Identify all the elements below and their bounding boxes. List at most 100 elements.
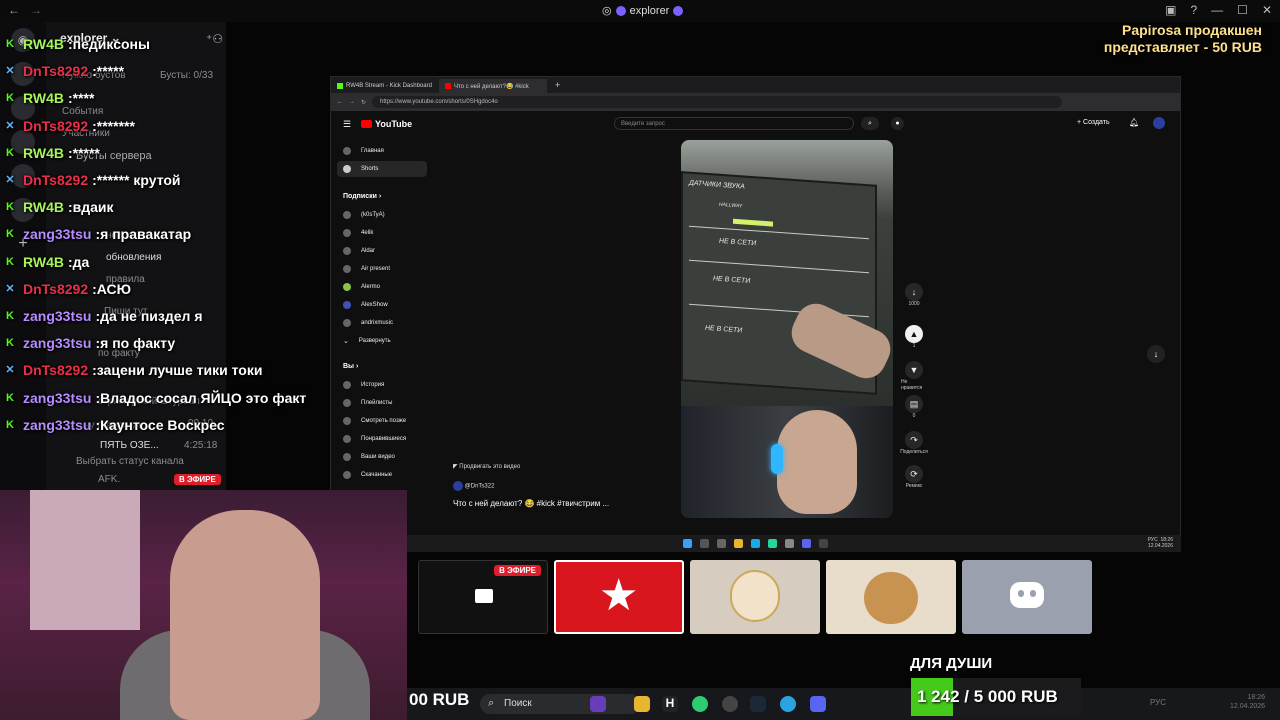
sub-item[interactable]: andrixmusic [337,315,427,331]
edge-icon[interactable] [751,539,760,548]
thumb-stream-preview[interactable]: В ЭФИРЕ [418,560,548,634]
chat-username[interactable]: RW4B [23,145,64,161]
tab-youtube-short[interactable]: Что с ней делают?😂 #kick [439,79,547,93]
invite-icon[interactable]: ⁺⚇ [206,32,223,46]
you-item[interactable]: Плейлисты [337,395,427,411]
windows-start-icon[interactable] [683,539,692,548]
arrow-right-icon[interactable]: → [30,3,42,17]
nav-shorts[interactable]: Shorts [337,161,427,177]
help-icon[interactable]: ? [1190,3,1197,17]
afk-channel[interactable]: AFK. [98,474,120,485]
chrome-icon[interactable] [692,696,708,712]
create-button[interactable]: + Создать [1077,119,1110,126]
chat-username[interactable]: DnTs8292 [23,63,88,79]
inbox-icon[interactable]: ▣ [1165,3,1176,17]
game-icon[interactable] [590,696,606,712]
short-video-player[interactable]: ДАТЧИКИ ЗВУКА HALLWAY НЕ В СЕТИ НЕ В СЕТ… [681,140,893,518]
telegram-icon[interactable] [780,696,796,712]
you-item[interactable]: Ваши видео [337,449,427,465]
chat-username[interactable]: RW4B [23,36,64,52]
taskview-icon[interactable] [717,539,726,548]
bell-icon[interactable]: 🔔︎ [1129,118,1139,127]
search-icon[interactable]: ⌕ [861,117,879,130]
mic-icon[interactable]: ● [891,117,904,130]
next-short-button[interactable]: ↓ [1147,345,1165,363]
nav-home[interactable]: Главная [337,143,427,159]
chat-username[interactable]: zang33tsu [23,417,91,433]
minimize-icon[interactable]: — [1211,3,1223,17]
boost-count[interactable]: Бусты: 0/33 [160,70,213,81]
app-icon[interactable] [785,539,794,548]
promote-link[interactable]: ◤ Продвигать это видео [453,463,520,470]
folder-icon[interactable] [634,696,650,712]
chat-username[interactable]: RW4B [23,90,64,106]
nav-forward-icon[interactable]: → [349,99,355,105]
sub-item[interactable]: Alermo [337,279,427,295]
thumb-discord[interactable] [962,560,1092,634]
you-item[interactable]: Скачанные [337,467,427,483]
remix-button[interactable]: ⟳ Ремикс [901,465,927,489]
chat-username[interactable]: DnTs8292 [23,172,88,188]
yt-search-input[interactable]: Введите запрос [614,117,854,130]
dislike-button[interactable]: ▼ Не нравится [901,361,927,391]
comments-button[interactable]: ▤ 0 [901,395,927,419]
channel-link[interactable]: @DnTs322 [453,481,494,491]
expand-subs[interactable]: ⌄ Развернуть [337,333,427,349]
tray-clock[interactable]: 18:26 12.04.2026 [1230,693,1265,711]
h-app-icon[interactable]: H [662,696,678,712]
chat-username[interactable]: DnTs8292 [23,118,88,134]
chat-username[interactable]: DnTs8292 [23,362,88,378]
avatar[interactable] [1153,117,1165,129]
subs-header-label: Подписки [343,193,377,200]
chat-text: ***** [96,63,125,80]
sub-item[interactable]: AlexShow [337,297,427,313]
chat-username[interactable]: zang33tsu [23,226,91,242]
obs-icon[interactable] [722,696,738,712]
taskbar-search[interactable]: ⌕ Поиск [480,694,640,714]
thumb-avatar-cat[interactable] [826,560,956,634]
share-button[interactable]: ↷ Поделиться [900,431,928,455]
subs-header[interactable]: Подписки › [343,193,381,200]
chat-username[interactable]: DnTs8292 [23,281,88,297]
set-status-link[interactable]: Выбрать статус канала [76,456,184,467]
close-icon[interactable]: ✕ [1262,3,1272,17]
nav-back-icon[interactable]: ← [337,99,343,105]
you-item[interactable]: Смотреть позже [337,413,427,429]
you-header[interactable]: Вы › [343,363,358,370]
thumb-avatar-girl[interactable] [690,560,820,634]
steam-icon[interactable] [750,696,766,712]
new-tab-button[interactable]: + [547,80,568,93]
chat-username[interactable]: RW4B [23,254,64,270]
reload-icon[interactable]: ↻ [361,99,366,106]
discord-icon[interactable] [802,539,811,548]
chat-username[interactable]: RW4B [23,199,64,215]
donation-alert-line1: Papirosa продакшен [1122,22,1262,38]
you-item[interactable]: Понравившиеся [337,431,427,447]
sub-item[interactable]: 4elik [337,225,427,241]
chat-username[interactable]: zang33tsu [23,308,91,324]
chat-username[interactable]: zang33tsu [23,390,91,406]
arrow-left-icon[interactable]: ← [8,3,20,17]
folder-icon[interactable] [734,539,743,548]
search-icon[interactable] [700,539,709,548]
voice-channel[interactable]: ПЯТЬ ОЗЕ... [100,440,159,451]
chat-username[interactable]: zang33tsu [23,335,91,351]
maximize-icon[interactable]: ☐ [1237,3,1248,17]
tab-kick-dashboard[interactable]: RW4B Stream - Kick Dashboard [331,79,439,93]
you-item[interactable]: История [337,377,427,393]
channel-avatar [343,283,351,291]
menu-icon[interactable]: ☰ [343,119,351,130]
channel-row[interactable]: обновления [106,252,161,263]
tray-lang[interactable]: РУС [1150,698,1166,707]
like-button[interactable]: ▲ 1 [901,325,927,349]
obs-icon[interactable] [819,539,828,548]
url-field[interactable]: https://www.youtube.com/shorts/0SHgdoc4o [372,96,1063,108]
sub-item[interactable]: Aldar [337,243,427,259]
discord-icon[interactable] [810,696,826,712]
sub-item[interactable]: (k0sTyA) [337,207,427,223]
chrome-icon[interactable] [768,539,777,548]
download-short-button[interactable]: ↓ 1000 [901,283,927,307]
thumb-star-server[interactable]: ★ [554,560,684,634]
sub-item[interactable]: Air present [337,261,427,277]
youtube-logo[interactable]: YouTube [361,119,412,129]
